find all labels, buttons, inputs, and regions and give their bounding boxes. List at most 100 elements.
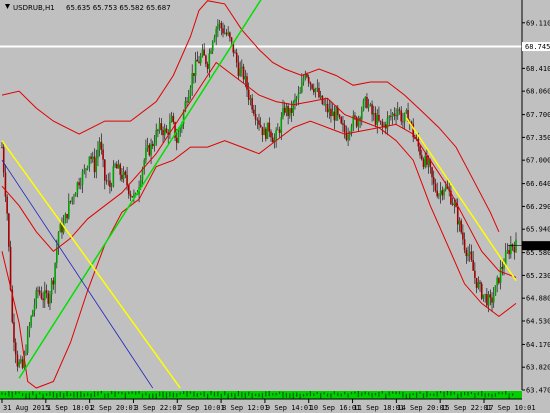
volume-bar (176, 393, 178, 398)
candle-up (50, 280, 53, 295)
volume-bar (200, 392, 202, 396)
time-tick-label: 3 Sep 22:01 (134, 404, 180, 412)
candle-down (160, 123, 163, 130)
candle-down (16, 354, 19, 367)
candle-down (270, 131, 272, 138)
volume-bar (172, 392, 174, 398)
candle-up (146, 145, 149, 149)
price-tick-label: 67.700 (526, 111, 550, 119)
candle-up (150, 143, 152, 156)
price-tick-label: 68.060 (526, 88, 550, 96)
price-tick-label: 66.290 (526, 203, 550, 211)
candle-up (424, 155, 426, 167)
candle-up (92, 156, 94, 159)
candle-up (49, 294, 51, 304)
candle-up (88, 156, 91, 167)
candle-up (244, 76, 247, 80)
candle-up (71, 197, 74, 202)
volume-bar (275, 392, 277, 396)
candle-down (121, 174, 123, 180)
candle-down (13, 322, 15, 343)
volume-bar (265, 391, 267, 397)
volume-bar (296, 392, 298, 397)
volume-bar (52, 391, 54, 398)
candle-up (364, 96, 367, 101)
volume-bar (241, 392, 243, 398)
candle-up (325, 103, 327, 105)
candle-up (350, 126, 353, 133)
volume-bar (21, 393, 24, 397)
volume-bar (481, 391, 483, 397)
candle-up (444, 186, 447, 190)
volume-bar (302, 393, 305, 397)
candle-up (372, 112, 375, 115)
volume-bar (66, 391, 68, 397)
volume-bar (162, 391, 164, 398)
candle-down (441, 190, 444, 196)
volume-bar (450, 391, 452, 396)
candle-up (484, 294, 486, 295)
candle-down (93, 156, 96, 173)
price-tick-label: 67.350 (526, 134, 550, 142)
candle-down (105, 180, 108, 182)
candle-up (85, 168, 87, 171)
candle-up (369, 104, 372, 106)
candle-up (32, 310, 34, 317)
candle-up (443, 189, 445, 196)
volume-bar (436, 391, 438, 397)
candle-up (494, 285, 497, 296)
chart-canvas[interactable]: 69.110 68.745 68.410 68.060 67.700 67.350 67.0… (0, 0, 550, 413)
candle-up (68, 201, 70, 219)
volume-bar (111, 391, 113, 395)
candle-down (426, 155, 428, 165)
volume-bar (63, 392, 65, 398)
candle-down (247, 89, 250, 100)
volume-bar (409, 393, 411, 399)
candle-down (271, 137, 274, 143)
candle-up (227, 32, 229, 35)
symbol-label: USDRUB,H1 (13, 4, 55, 12)
volume-bar (357, 391, 359, 398)
volume-bar (42, 393, 44, 400)
candle-down (8, 213, 10, 247)
candle-down (432, 177, 435, 184)
volume-bar (440, 391, 442, 394)
candle-down (378, 114, 380, 121)
price-tick-label: 64.530 (526, 317, 550, 325)
candle-up (177, 132, 180, 143)
volume-bar (28, 392, 31, 399)
volume-bar (388, 391, 390, 396)
volume-bar (268, 391, 270, 397)
volume-bar (8, 391, 10, 397)
candle-down (342, 123, 344, 125)
volume-bar (128, 391, 130, 395)
candle-down (69, 201, 72, 202)
volume-bar (183, 391, 185, 395)
volume-bar (251, 392, 253, 399)
candle-up (210, 51, 212, 54)
candle-down (456, 206, 459, 225)
candle-down (90, 156, 92, 159)
candle-up (241, 66, 243, 69)
volume-bar (374, 392, 377, 396)
candle-down (333, 111, 336, 121)
candle-up (292, 102, 295, 113)
candle-down (307, 77, 310, 83)
volume-bar (470, 391, 473, 395)
candle-down (419, 146, 421, 156)
candle-up (367, 104, 370, 108)
candle-down (259, 124, 262, 127)
candle-up (98, 141, 101, 150)
volume-bar (320, 392, 322, 399)
candle-down (172, 115, 175, 123)
candle-up (110, 186, 113, 188)
candle-up (499, 266, 502, 284)
candle-down (4, 172, 7, 197)
volume-bar (350, 392, 353, 395)
candle-down (1, 147, 3, 148)
price-tick-label: 65.580 (526, 249, 550, 257)
candle-down (480, 283, 483, 299)
volume-bar (11, 391, 13, 398)
volume-bar (412, 393, 414, 396)
candle-up (249, 98, 252, 100)
